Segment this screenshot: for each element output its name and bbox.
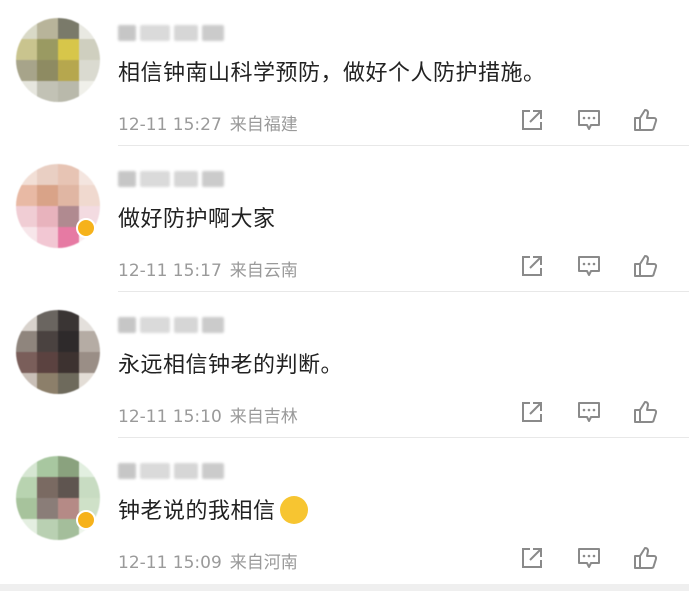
- comment-location: 来自吉林: [229, 407, 298, 427]
- comment-time: 12-11 15:17: [118, 261, 222, 281]
- comment-icon[interactable]: [575, 398, 603, 426]
- bottom-edge: [0, 584, 689, 591]
- avatar[interactable]: [16, 18, 100, 102]
- comment-list: 相信钟南山科学预防，做好个人防护措施。 12-11 15:27 来自福建 做好防…: [0, 0, 689, 591]
- comment-icon[interactable]: [575, 252, 603, 280]
- comment-text: 做好防护啊大家: [118, 207, 276, 232]
- comment-item: 永远相信钟老的判断。 12-11 15:10 来自吉林: [0, 292, 689, 438]
- comment-icon[interactable]: [575, 106, 603, 134]
- username[interactable]: [118, 22, 228, 44]
- comment-time: 12-11 15:27: [118, 115, 222, 135]
- thumbs-up-icon[interactable]: [631, 398, 659, 426]
- comment-item: 相信钟南山科学预防，做好个人防护措施。 12-11 15:27 来自福建: [0, 0, 689, 146]
- comment-meta: 12-11 15:10 来自吉林: [118, 402, 298, 427]
- share-icon[interactable]: [518, 106, 546, 134]
- share-icon[interactable]: [518, 544, 546, 572]
- comment-icon[interactable]: [575, 544, 603, 572]
- comment-meta: 12-11 15:27 来自福建: [118, 110, 298, 135]
- comment-meta: 12-11 15:17 来自云南: [118, 256, 298, 281]
- comment-location: 来自云南: [229, 261, 298, 281]
- thumbs-up-icon[interactable]: [631, 544, 659, 572]
- username[interactable]: [118, 168, 228, 190]
- vip-badge-icon: [76, 218, 96, 238]
- comment-actions: [518, 106, 668, 134]
- comment-text-content: 钟老说的我相信: [118, 499, 276, 524]
- thumbs-up-icon[interactable]: [631, 106, 659, 134]
- comment-text: 相信钟南山科学预防，做好个人防护措施。: [118, 61, 546, 86]
- vip-badge-icon: [76, 510, 96, 530]
- comment-location: 来自河南: [229, 553, 298, 573]
- comment-item: 钟老说的我相信 12-11 15:09 来自河南: [0, 438, 689, 584]
- comment-actions: [518, 252, 668, 280]
- avatar[interactable]: [16, 310, 100, 394]
- comment-meta: 12-11 15:09 来自河南: [118, 548, 298, 573]
- comment-actions: [518, 398, 668, 426]
- comment-item: 做好防护啊大家 12-11 15:17 来自云南: [0, 146, 689, 292]
- username[interactable]: [118, 460, 228, 482]
- comment-actions: [518, 544, 668, 572]
- username[interactable]: [118, 314, 228, 336]
- thumbs-up-icon[interactable]: [631, 252, 659, 280]
- comment-time: 12-11 15:10: [118, 407, 222, 427]
- comment-location: 来自福建: [229, 115, 298, 135]
- share-icon[interactable]: [518, 398, 546, 426]
- comment-text: 钟老说的我相信: [118, 496, 308, 528]
- comment-text: 永远相信钟老的判断。: [118, 353, 344, 378]
- laughing-crying-emoji-icon: [279, 496, 308, 524]
- share-icon[interactable]: [518, 252, 546, 280]
- comment-time: 12-11 15:09: [118, 553, 222, 573]
